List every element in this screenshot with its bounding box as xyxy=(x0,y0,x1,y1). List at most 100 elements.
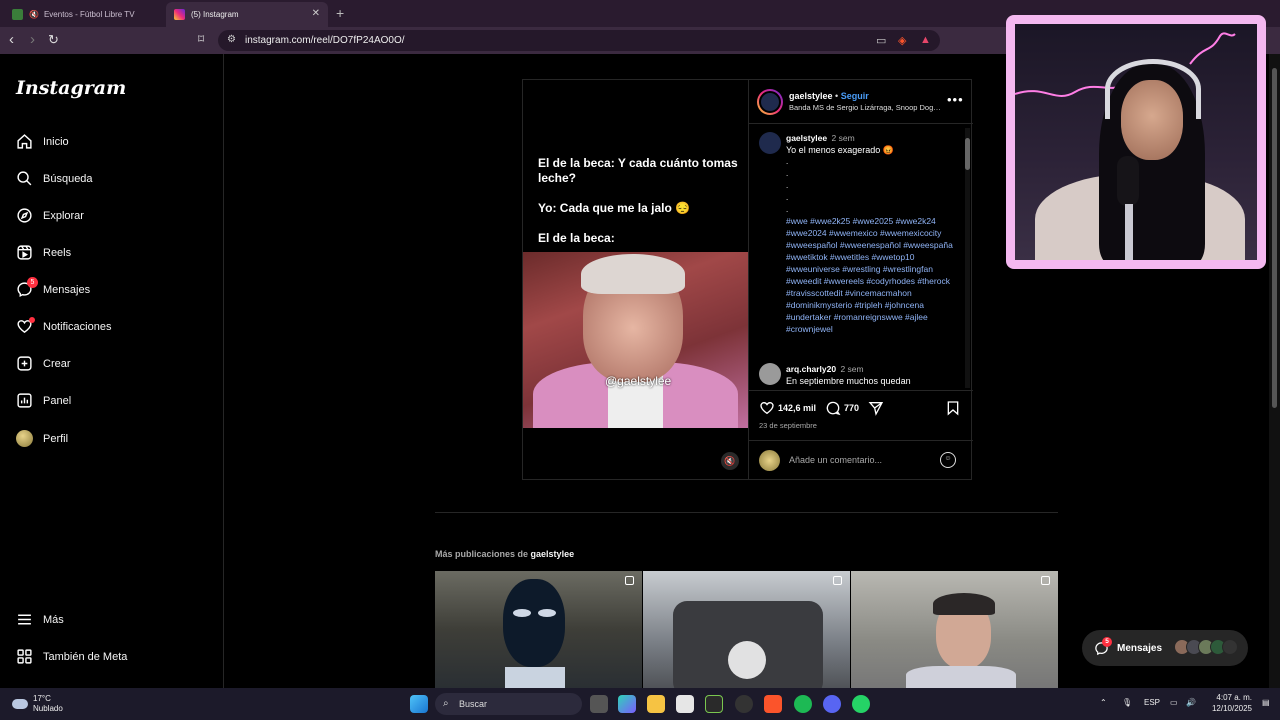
messages-pill-button[interactable]: 5 Mensajes xyxy=(1082,630,1248,666)
sidebar-item-label: Explorar xyxy=(43,209,84,222)
tab-futbol-libre[interactable]: 🔇 Eventos - Fútbol Libre TV xyxy=(4,2,166,27)
author-avatar[interactable] xyxy=(757,89,783,115)
app-icon[interactable] xyxy=(705,695,723,713)
commenter-avatar[interactable] xyxy=(759,363,781,385)
network-icon[interactable]: ▭ xyxy=(1170,698,1178,707)
sidebar-item-label: Crear xyxy=(43,357,71,370)
sidebar-item-label: Notificaciones xyxy=(43,320,112,333)
windows-start-icon[interactable] xyxy=(410,695,428,713)
comments-scrollbar[interactable] xyxy=(965,128,970,388)
tab-title: Eventos - Fútbol Libre TV xyxy=(43,10,135,19)
caption-hashtags[interactable]: #wwe #wwe2k25 #wwe2025 #wwe2k24 #wwe2024… xyxy=(786,215,958,335)
taskbar-search[interactable]: ⌕ Buscar xyxy=(435,693,582,715)
add-comment-input[interactable]: Añade un comentario... xyxy=(789,455,882,465)
obs-icon[interactable] xyxy=(735,695,753,713)
reels-icon xyxy=(17,245,32,260)
reel-video[interactable]: El de la beca: Y cada cuánto tomas leche… xyxy=(523,80,748,479)
tab-instagram[interactable]: (5) Instagram ✕ xyxy=(166,2,328,27)
system-clock[interactable]: 4:07 a. m. 12/10/2025 xyxy=(1206,692,1252,714)
sidebar-item-label: Más xyxy=(43,613,64,626)
clock-date: 12/10/2025 xyxy=(1211,704,1252,713)
store-icon[interactable] xyxy=(676,695,694,713)
compass-icon xyxy=(17,208,32,223)
reload-button[interactable]: ↻ xyxy=(48,32,59,48)
reel-icon xyxy=(625,576,634,585)
microphone-icon[interactable]: 🎙 xyxy=(1122,698,1132,707)
comment-username[interactable]: arq.charly20 xyxy=(786,364,836,374)
sidebar-item-label: Reels xyxy=(43,246,72,259)
brave-browser-icon[interactable] xyxy=(764,695,782,713)
windows-taskbar: 17°C Nublado ⌕ Buscar ⌃ 🎙 ESP ▭ 🔊 4:07 a… xyxy=(0,688,1280,720)
sidebar-item-panel[interactable]: Panel xyxy=(16,392,71,409)
sidebar-item-explorar[interactable]: Explorar xyxy=(16,207,84,224)
post-side-panel: gaelstylee • Seguir Banda MS de Sergio L… xyxy=(748,80,973,479)
sidebar-item-inicio[interactable]: Inicio xyxy=(16,133,69,150)
sidebar-item-mas[interactable]: Más xyxy=(16,611,64,628)
post-thumbnail[interactable] xyxy=(643,571,850,688)
notifications-icon[interactable]: ▤ xyxy=(1262,698,1270,707)
mic-arm-shape xyxy=(1125,204,1133,260)
caption-username[interactable]: gaelstylee xyxy=(786,133,827,143)
more-options-icon[interactable]: ••• xyxy=(947,92,964,107)
sidebar-item-perfil[interactable]: Perfil xyxy=(16,430,68,447)
forward-button[interactable]: › xyxy=(30,32,35,48)
address-bar[interactable]: ⚙ instagram.com/reel/DO7fP24AO0O/ ▭ ◈ ▲ xyxy=(218,30,940,51)
discord-icon[interactable] xyxy=(823,695,841,713)
messages-pill-label: Mensajes xyxy=(1117,642,1163,654)
add-comment-bar: Añade un comentario... ☺ xyxy=(749,440,973,479)
weather-widget[interactable]: 17°C Nublado xyxy=(12,694,63,714)
back-button[interactable]: ‹ xyxy=(9,32,14,48)
video-hair-shape xyxy=(581,254,685,294)
reel-icon xyxy=(833,576,842,585)
follow-button[interactable]: Seguir xyxy=(841,91,869,101)
sidebar-item-label: Búsqueda xyxy=(43,172,93,185)
spotify-icon[interactable] xyxy=(794,695,812,713)
sidebar-item-mensajes[interactable]: 5 Mensajes xyxy=(16,277,90,298)
sidebar-item-busqueda[interactable]: Búsqueda xyxy=(16,170,93,187)
sidebar-item-tambien-de-meta[interactable]: También de Meta xyxy=(16,648,127,665)
home-icon xyxy=(17,134,32,149)
comment-button[interactable]: 770 xyxy=(825,400,859,416)
instagram-logo[interactable]: Instagram xyxy=(16,77,126,99)
page-scrollbar[interactable] xyxy=(1269,54,1280,688)
plus-square-icon xyxy=(17,356,32,371)
more-posts-author[interactable]: gaelstylee xyxy=(531,549,575,559)
caption-author-avatar[interactable] xyxy=(759,132,781,154)
emoji-icon[interactable]: ☺ xyxy=(940,452,956,468)
sidebar-item-reels[interactable]: Reels xyxy=(16,244,71,261)
video-frame: @gaelstylee xyxy=(523,252,748,428)
muted-speaker-icon[interactable]: 🔇 xyxy=(29,10,39,19)
audio-track-link[interactable]: Banda MS de Sergio Lizárraga, Snoop Dogg… xyxy=(789,103,944,112)
sidebar-item-notificaciones[interactable]: Notificaciones xyxy=(16,317,112,335)
like-button[interactable]: 142,6 mil xyxy=(759,400,816,416)
tray-chevron-icon[interactable]: ⌃ xyxy=(1100,698,1107,707)
like-count: 142,6 mil xyxy=(778,403,817,413)
share-button[interactable] xyxy=(868,400,887,416)
language-indicator[interactable]: ESP xyxy=(1144,698,1160,707)
brave-shield-icon[interactable]: ◈ xyxy=(898,34,906,47)
mute-toggle-icon[interactable]: 🔇 xyxy=(721,452,739,470)
bookmark-icon[interactable]: ⌑ xyxy=(198,32,204,46)
save-button[interactable] xyxy=(945,400,964,416)
menu-icon xyxy=(18,614,31,625)
new-tab-button[interactable]: + xyxy=(336,5,344,21)
sidebar-item-crear[interactable]: Crear xyxy=(16,355,71,372)
copilot-icon[interactable] xyxy=(618,695,636,713)
screen-icon[interactable]: ▭ xyxy=(876,34,886,47)
bookmark-icon xyxy=(947,401,959,416)
volume-icon[interactable]: 🔊 xyxy=(1186,698,1196,707)
caption-dots: ..... xyxy=(786,157,789,214)
brave-rewards-icon[interactable]: ▲ xyxy=(920,34,931,46)
post-thumbnail[interactable] xyxy=(435,571,642,688)
grid-icon xyxy=(17,649,32,664)
file-explorer-icon[interactable] xyxy=(647,695,665,713)
video-overlay-text: El de la beca: Y cada cuánto tomas leche… xyxy=(538,156,738,245)
post-header: gaelstylee • Seguir Banda MS de Sergio L… xyxy=(749,80,973,124)
author-username[interactable]: gaelstylee xyxy=(789,91,833,101)
close-tab-icon[interactable]: ✕ xyxy=(312,8,320,19)
sidebar-item-label: Panel xyxy=(43,394,72,407)
task-view-icon[interactable] xyxy=(590,695,608,713)
site-settings-icon[interactable]: ⚙ xyxy=(227,34,236,45)
post-thumbnail[interactable] xyxy=(851,571,1058,688)
whatsapp-icon[interactable] xyxy=(852,695,870,713)
